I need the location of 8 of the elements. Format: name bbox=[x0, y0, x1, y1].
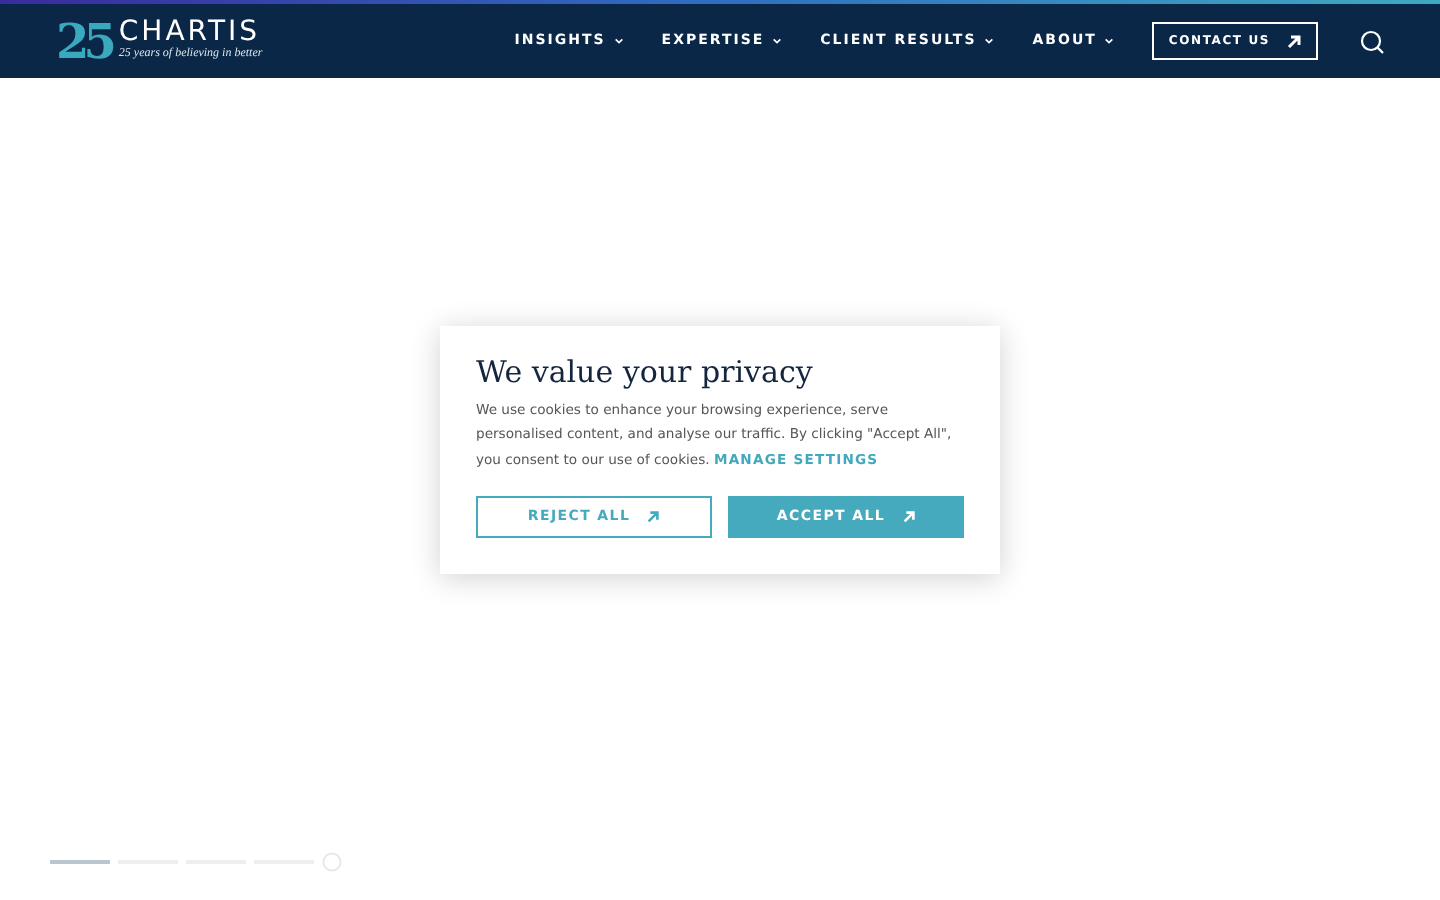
arrow-icon bbox=[646, 509, 661, 524]
search-icon[interactable] bbox=[1360, 29, 1384, 53]
logo-mark[interactable]: 25 bbox=[56, 17, 111, 65]
slide-indicator[interactable] bbox=[50, 860, 110, 864]
arrow-icon bbox=[1286, 33, 1302, 49]
brand-name[interactable]: CHARTIS bbox=[118, 18, 263, 46]
dialog-title: We value your privacy bbox=[476, 354, 815, 390]
arrow-icon bbox=[901, 509, 916, 524]
